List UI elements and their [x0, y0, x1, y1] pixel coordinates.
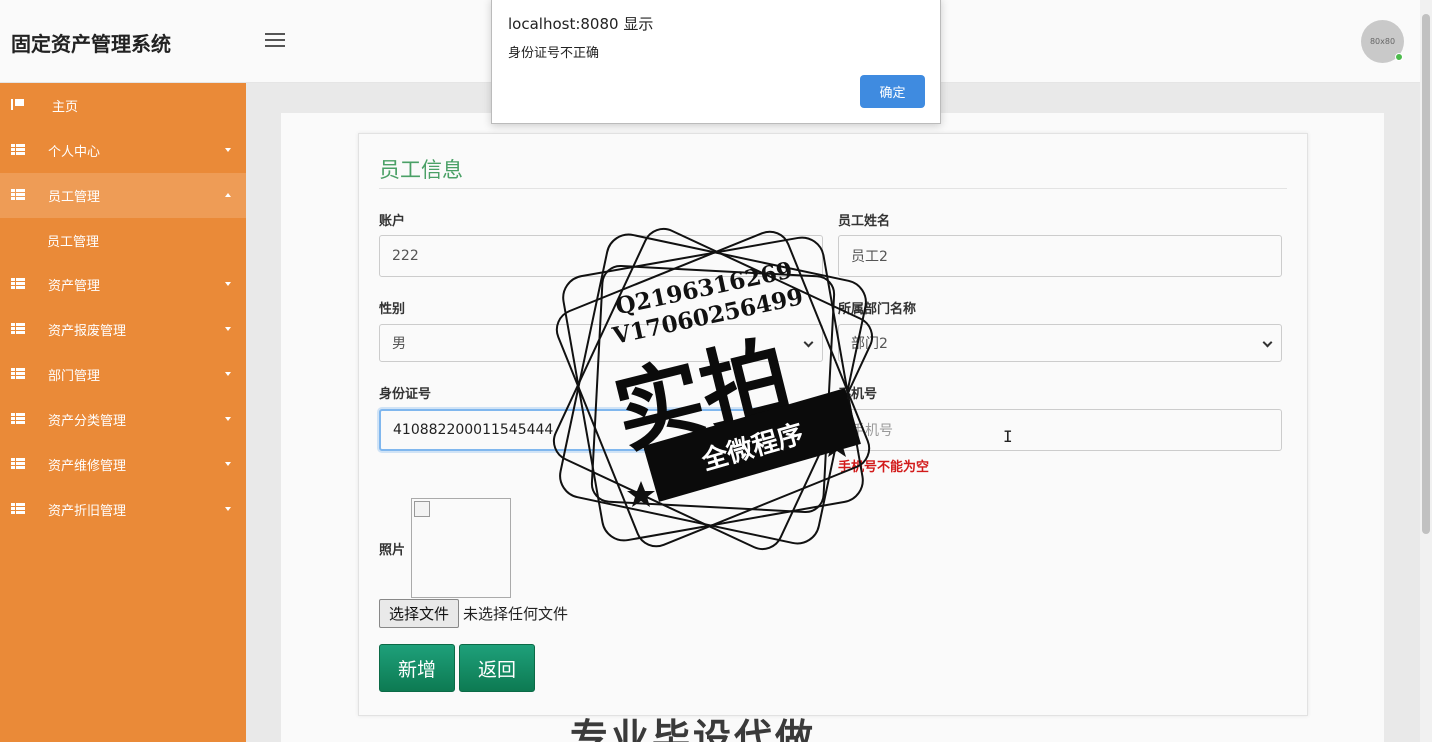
- department-select-value: 部门2: [851, 336, 888, 352]
- sidebar-item-department[interactable]: 部门管理: [0, 352, 246, 397]
- caret-down-icon: [225, 282, 231, 286]
- id-card-input[interactable]: 410882200011545444: [379, 409, 823, 451]
- chevron-down-icon: [803, 337, 814, 348]
- online-status-icon: [1395, 53, 1403, 61]
- sidebar-item-label: 部门管理: [48, 369, 101, 384]
- sidebar-item-employee-management[interactable]: 员工管理: [0, 173, 246, 218]
- phone-input[interactable]: 手机号: [838, 409, 1282, 451]
- caret-down-icon: [225, 462, 231, 466]
- gender-label: 性别: [379, 302, 406, 317]
- grid-icon: [11, 323, 25, 334]
- back-button[interactable]: 返回: [459, 644, 535, 692]
- sidebar-item-label: 资产分类管理: [48, 414, 127, 429]
- broken-image-icon: [414, 501, 430, 517]
- watermark-bottom-text: 专业毕设代做: [570, 716, 817, 742]
- sidebar-item-asset-scrap[interactable]: 资产报废管理: [0, 307, 246, 352]
- sidebar-item-label: 个人中心: [48, 145, 101, 160]
- grid-icon: [11, 368, 25, 379]
- grid-icon: [11, 458, 25, 469]
- gender-select-value: 男: [392, 336, 406, 352]
- choose-file-button[interactable]: 选择文件: [379, 599, 459, 628]
- file-status-text: 未选择任何文件: [463, 605, 569, 623]
- department-label: 所属部门名称: [838, 302, 917, 317]
- alert-dialog: localhost:8080 显示 身份证号不正确 确定: [491, 0, 941, 124]
- dialog-ok-button[interactable]: 确定: [860, 75, 925, 108]
- grid-icon: [11, 503, 25, 514]
- caret-down-icon: [225, 507, 231, 511]
- department-select[interactable]: 部门2: [838, 324, 1282, 362]
- account-label: 账户: [379, 214, 406, 229]
- page-scrollbar[interactable]: [1420, 0, 1432, 742]
- caret-down-icon: [225, 372, 231, 376]
- sidebar-item-label: 资产报废管理: [48, 324, 127, 339]
- name-label: 员工姓名: [838, 214, 891, 229]
- sidebar: 主页 个人中心 员工管理 员工管理 资产管理 资产报废管理 部门管理 资产分类管…: [0, 83, 246, 742]
- phone-label: 手机号: [838, 387, 878, 402]
- dialog-title: localhost:8080 显示: [508, 15, 654, 33]
- caret-up-icon: [225, 193, 231, 197]
- sidebar-item-label: 资产折旧管理: [48, 504, 127, 519]
- sidebar-item-label: 资产管理: [48, 279, 101, 294]
- caret-down-icon: [225, 417, 231, 421]
- photo-preview: [411, 498, 511, 598]
- grid-icon: [11, 144, 25, 155]
- sidebar-subitem-employee-management[interactable]: 员工管理: [0, 218, 246, 262]
- caret-down-icon: [225, 148, 231, 152]
- sidebar-item-home[interactable]: 主页: [0, 83, 246, 128]
- sidebar-item-label: 主页: [52, 100, 79, 115]
- sidebar-item-asset-depreciation[interactable]: 资产折旧管理: [0, 487, 246, 532]
- flag-icon: [11, 99, 24, 110]
- menu-toggle-icon[interactable]: [265, 33, 285, 49]
- dialog-message: 身份证号不正确: [508, 46, 600, 61]
- name-input[interactable]: 员工2: [838, 235, 1282, 277]
- app-title: 固定资产管理系统: [11, 32, 171, 56]
- chevron-down-icon: [1262, 337, 1273, 348]
- grid-icon: [11, 189, 25, 200]
- add-button[interactable]: 新增: [379, 644, 455, 692]
- scrollbar-thumb[interactable]: [1422, 14, 1430, 534]
- sidebar-item-label: 员工管理: [48, 190, 101, 205]
- text-cursor-icon: I: [1003, 427, 1013, 446]
- sidebar-item-personal-center[interactable]: 个人中心: [0, 128, 246, 173]
- id-card-label: 身份证号: [379, 387, 432, 402]
- page-title: 员工信息: [379, 158, 463, 182]
- photo-label: 照片: [379, 543, 406, 558]
- grid-icon: [11, 278, 25, 289]
- grid-icon: [11, 413, 25, 424]
- sidebar-item-asset-repair[interactable]: 资产维修管理: [0, 442, 246, 487]
- employee-form-card: 员工信息 账户 222 员工姓名 员工2 性别 男 所属部门名称 部门2 身份证…: [358, 133, 1308, 716]
- sidebar-item-asset-category[interactable]: 资产分类管理: [0, 397, 246, 442]
- account-input[interactable]: 222: [379, 235, 823, 277]
- gender-select[interactable]: 男: [379, 324, 823, 362]
- caret-down-icon: [225, 327, 231, 331]
- divider: [379, 188, 1287, 189]
- phone-error-message: 手机号不能为空: [838, 460, 930, 475]
- sidebar-item-label: 资产维修管理: [48, 459, 127, 474]
- sidebar-item-asset-management[interactable]: 资产管理: [0, 262, 246, 307]
